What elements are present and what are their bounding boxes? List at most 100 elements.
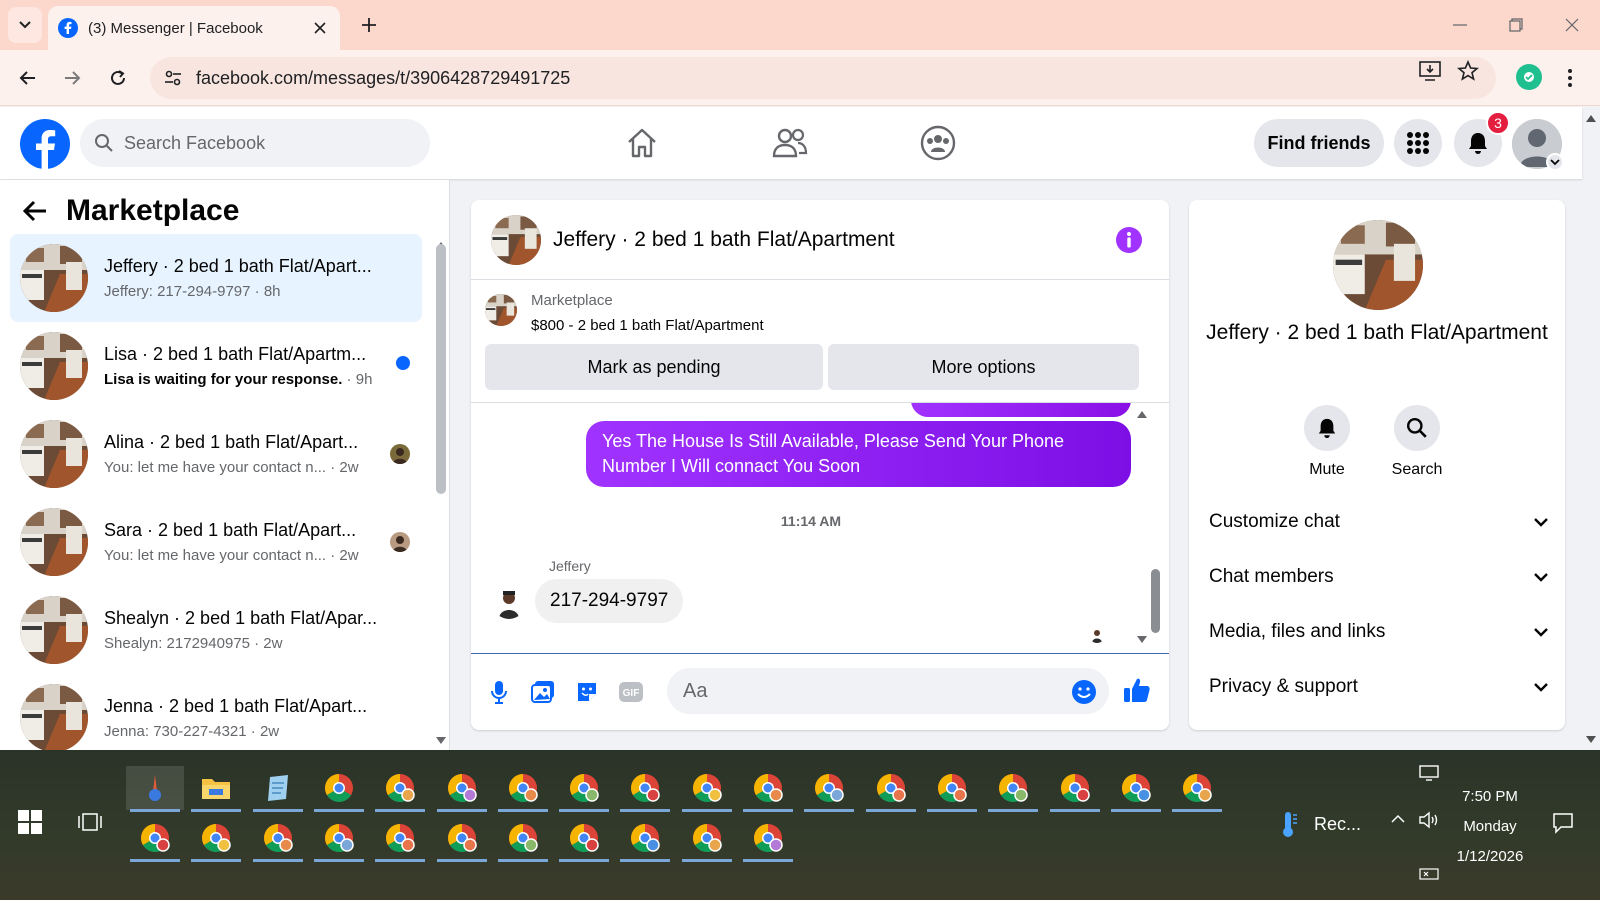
- back-arrow-icon[interactable]: [22, 199, 48, 223]
- window-restore-button[interactable]: [1496, 10, 1536, 40]
- recording-app[interactable]: Rec...: [1278, 810, 1361, 838]
- more-options-button[interactable]: More options: [828, 344, 1139, 390]
- nav-groups[interactable]: [918, 123, 958, 163]
- outgoing-message-bubble[interactable]: Yes The House Is Still Available, Please…: [586, 421, 1131, 487]
- mark-as-pending-button[interactable]: Mark as pending: [485, 344, 823, 390]
- voice-clip-button[interactable]: [485, 678, 513, 706]
- site-settings-icon[interactable]: [162, 67, 184, 89]
- taskbar-chrome-window[interactable]: [678, 766, 736, 812]
- menu-button[interactable]: [1394, 119, 1442, 167]
- taskbar-chrome-window[interactable]: [249, 816, 307, 862]
- sticker-button[interactable]: [573, 678, 601, 706]
- chevron-up-icon[interactable]: [1390, 814, 1406, 824]
- taskbar-chrome-window[interactable]: [555, 766, 613, 812]
- taskbar-chrome-window[interactable]: [678, 816, 736, 862]
- taskbar-chrome-window[interactable]: [984, 766, 1042, 812]
- taskbar-chrome-window[interactable]: [616, 816, 674, 862]
- taskbar-chrome-window[interactable]: [310, 766, 368, 812]
- section-privacy-support[interactable]: Privacy & support: [1209, 667, 1549, 707]
- conversation-item[interactable]: Jeffery · 2 bed 1 bath Flat/Apart... Jeff…: [10, 234, 422, 322]
- facebook-search[interactable]: [80, 119, 430, 167]
- clock-time[interactable]: 7:50 PM: [1440, 788, 1540, 805]
- account-menu-caret[interactable]: [1546, 153, 1564, 171]
- browser-tab-messenger[interactable]: (3) Messenger | Facebook: [48, 6, 340, 50]
- windows-start-icon[interactable]: [18, 810, 42, 834]
- thread-scrollbar[interactable]: [1151, 569, 1160, 633]
- conversation-item[interactable]: Alina · 2 bed 1 bath Flat/Apart... You: l…: [10, 410, 422, 498]
- find-friends-button[interactable]: Find friends: [1254, 119, 1384, 167]
- taskbar-chrome-window[interactable]: [1168, 766, 1226, 812]
- taskbar-chrome-window[interactable]: [739, 816, 797, 862]
- taskbar-chrome-window[interactable]: [1046, 766, 1104, 812]
- volume-icon[interactable]: [1418, 810, 1440, 830]
- nav-friends[interactable]: [770, 123, 810, 163]
- browser-menu-button[interactable]: [1560, 64, 1580, 92]
- taskbar-file-explorer[interactable]: [187, 766, 245, 812]
- attach-media-button[interactable]: [529, 678, 557, 706]
- listing-summary[interactable]: Marketplace $800 - 2 bed 1 bath Flat/Apa…: [485, 292, 764, 334]
- page-scroll-down-arrow[interactable]: [1584, 734, 1598, 746]
- conversation-item[interactable]: Sara · 2 bed 1 bath Flat/Apart... You: le…: [10, 498, 422, 586]
- search-in-chat-action[interactable]: Search: [1377, 405, 1457, 479]
- chat-title[interactable]: Jeffery · 2 bed 1 bath Flat/Apartment: [553, 228, 895, 252]
- taskbar-chrome-window[interactable]: [494, 816, 552, 862]
- taskbar-notepad-app[interactable]: [249, 766, 307, 812]
- clock-day[interactable]: Monday: [1440, 818, 1540, 835]
- section-customize-chat[interactable]: Customize chat: [1209, 502, 1549, 542]
- url-text[interactable]: facebook.com/messages/t/3906428729491725: [196, 68, 570, 89]
- address-bar[interactable]: facebook.com/messages/t/3906428729491725: [150, 57, 1496, 99]
- conversation-item[interactable]: Jenna · 2 bed 1 bath Flat/Apart... Jenna:…: [10, 674, 422, 750]
- scroll-down-arrow[interactable]: [434, 736, 448, 746]
- clock-date[interactable]: 1/12/2026: [1440, 848, 1540, 865]
- section-chat-members[interactable]: Chat members: [1209, 557, 1549, 597]
- reload-button[interactable]: [104, 64, 132, 92]
- forward-button[interactable]: [58, 64, 86, 92]
- thread-scroll-up-arrow[interactable]: [1135, 409, 1149, 419]
- install-app-button[interactable]: [1418, 60, 1442, 82]
- task-view-icon[interactable]: [78, 810, 102, 834]
- taskbar-chrome-window[interactable]: [433, 816, 491, 862]
- sender-avatar[interactable]: [493, 587, 525, 619]
- info-icon[interactable]: [1115, 226, 1143, 254]
- taskbar-chrome-window[interactable]: [616, 766, 674, 812]
- message-input-field[interactable]: [667, 668, 1109, 714]
- tab-search-menu[interactable]: [8, 7, 42, 43]
- emoji-icon[interactable]: [1071, 679, 1097, 705]
- taskbar-chrome-window[interactable]: [923, 766, 981, 812]
- info-listing-thumbnail[interactable]: [1333, 220, 1423, 310]
- section-media-files-links[interactable]: Media, files and links: [1209, 612, 1549, 652]
- bookmark-button[interactable]: [1456, 60, 1480, 82]
- keyboard-layout-icon[interactable]: [1418, 866, 1440, 882]
- taskbar-chrome-window[interactable]: [371, 766, 429, 812]
- facebook-search-input[interactable]: [124, 132, 404, 154]
- browser-profile-button[interactable]: [1516, 64, 1542, 90]
- window-close-button[interactable]: [1552, 10, 1592, 40]
- taskbar-chrome-window[interactable]: [862, 766, 920, 812]
- conversation-item[interactable]: Shealyn · 2 bed 1 bath Flat/Apar... Sheal…: [10, 586, 422, 674]
- incoming-message-bubble[interactable]: 217-294-9797: [535, 579, 684, 623]
- page-scroll-up-arrow[interactable]: [1584, 112, 1598, 124]
- new-tab-button[interactable]: [356, 12, 382, 38]
- taskbar-chrome-window[interactable]: [739, 766, 797, 812]
- mute-action[interactable]: Mute: [1287, 405, 1367, 479]
- conversation-item[interactable]: Lisa · 2 bed 1 bath Flat/Apartm... Lisa i…: [10, 322, 422, 410]
- taskbar-chrome-window[interactable]: [555, 816, 613, 862]
- sidebar-scrollbar[interactable]: [436, 244, 446, 494]
- taskbar-chrome-window[interactable]: [800, 766, 858, 812]
- chat-listing-thumbnail[interactable]: [491, 214, 541, 265]
- taskbar-chrome-window[interactable]: [433, 766, 491, 812]
- window-minimize-button[interactable]: [1440, 10, 1480, 40]
- send-like-button[interactable]: [1123, 676, 1151, 704]
- facebook-logo-icon[interactable]: [20, 119, 70, 169]
- thread-scroll-down-arrow[interactable]: [1135, 635, 1149, 645]
- nav-home[interactable]: [622, 123, 662, 163]
- taskbar-paint-app[interactable]: [126, 766, 184, 812]
- network-icon[interactable]: [1418, 764, 1440, 782]
- taskbar-chrome-window[interactable]: [1107, 766, 1165, 812]
- taskbar-chrome-window[interactable]: [187, 816, 245, 862]
- tab-close-button[interactable]: [310, 18, 330, 38]
- notification-center-icon[interactable]: [1552, 812, 1574, 834]
- taskbar-chrome-window[interactable]: [126, 816, 184, 862]
- taskbar-chrome-window[interactable]: [494, 766, 552, 812]
- message-input[interactable]: [683, 679, 1063, 703]
